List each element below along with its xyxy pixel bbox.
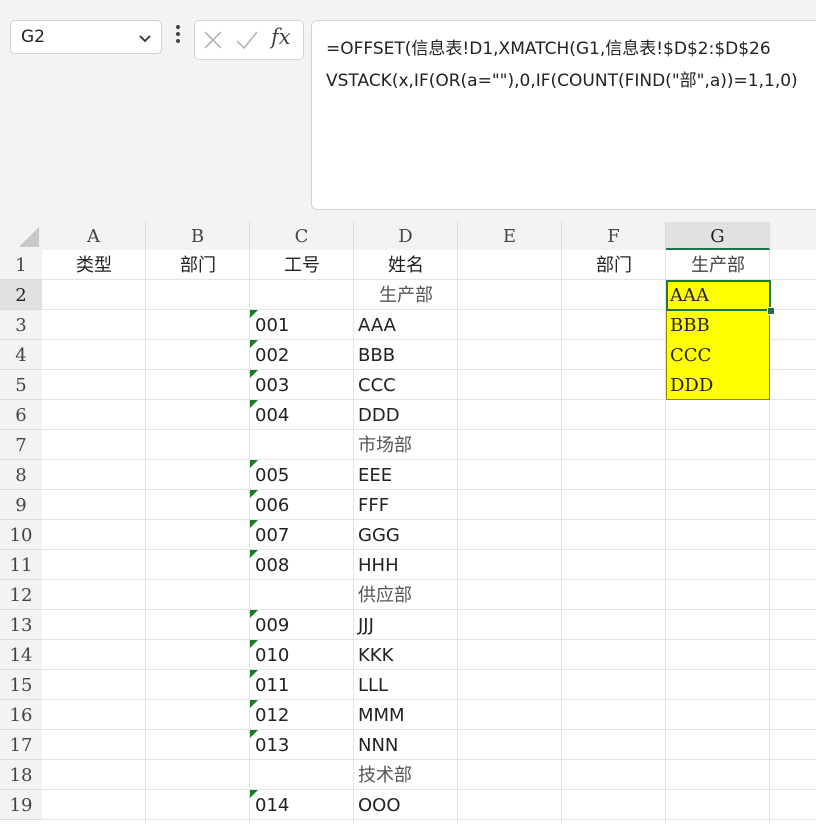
number-as-text-flag [250, 400, 258, 408]
cell-d1[interactable]: 姓名 [354, 250, 458, 280]
cell-d8[interactable]: EEE [354, 460, 458, 490]
cell-c5[interactable]: 003 [250, 370, 354, 400]
row-header-4[interactable]: 4 [0, 340, 42, 370]
row-header-2[interactable]: 2 [0, 280, 42, 310]
cell-c19[interactable]: 014 [250, 790, 354, 820]
number-as-text-flag [250, 550, 258, 558]
formula-input[interactable]: =OFFSET(信息表!D1,XMATCH(G1,信息表!$D$2:$D$26 … [311, 20, 816, 210]
cell-d14[interactable]: KKK [354, 640, 458, 670]
cell-c3[interactable]: 001 [250, 310, 354, 340]
cell-g5[interactable]: DDD [666, 370, 770, 400]
fill-handle[interactable] [767, 307, 775, 315]
cell-c8[interactable]: 005 [250, 460, 354, 490]
cell-d7[interactable]: 市场部 [354, 430, 458, 460]
row-header-19[interactable]: 19 [0, 790, 42, 820]
number-as-text-flag [250, 700, 258, 708]
cell-g4[interactable]: CCC [666, 340, 770, 370]
insert-function-button[interactable]: fx [271, 25, 291, 49]
row-header-15[interactable]: 15 [0, 670, 42, 700]
number-as-text-flag [250, 370, 258, 378]
row-header-6[interactable]: 6 [0, 400, 42, 430]
row-header-12[interactable]: 12 [0, 580, 42, 610]
row-header-13[interactable]: 13 [0, 610, 42, 640]
row-header-5[interactable]: 5 [0, 370, 42, 400]
cell-a1[interactable]: 类型 [42, 250, 146, 280]
cell-c13[interactable]: 009 [250, 610, 354, 640]
cell-d16[interactable]: MMM [354, 700, 458, 730]
formula-line-2[interactable]: VSTACK(x,IF(OR(a=""),0,IF(COUNT(FIND("部"… [326, 66, 798, 91]
row-header-9[interactable]: 9 [0, 490, 42, 520]
row-header-10[interactable]: 10 [0, 520, 42, 550]
column-header-f[interactable]: F [562, 222, 666, 250]
cell-c14[interactable]: 010 [250, 640, 354, 670]
cell-b1[interactable]: 部门 [146, 250, 250, 280]
select-all-icon [19, 227, 39, 247]
number-as-text-flag [250, 520, 258, 528]
formula-controls: fx [194, 20, 304, 60]
number-as-text-flag [250, 640, 258, 648]
number-as-text-flag [250, 730, 258, 738]
cell-c1[interactable]: 工号 [250, 250, 354, 280]
row-header-3[interactable]: 3 [0, 310, 42, 340]
column-header-d[interactable]: D [354, 222, 458, 250]
cell-d13[interactable]: JJJ [354, 610, 458, 640]
formula-bar-area: G2 fx =OFFSET(信息表!D1,XMATCH(G1,信息表!$D$2:… [0, 8, 816, 222]
formula-line-1[interactable]: =OFFSET(信息表!D1,XMATCH(G1,信息表!$D$2:$D$26 [326, 34, 771, 59]
number-as-text-flag [250, 790, 258, 798]
more-options-icon[interactable] [171, 25, 185, 49]
cell-f1[interactable]: 部门 [562, 250, 666, 280]
cancel-icon[interactable] [203, 30, 223, 50]
cell-d12[interactable]: 供应部 [354, 580, 458, 610]
cell-d19[interactable]: OOO [354, 790, 458, 820]
name-box-value[interactable]: G2 [21, 27, 45, 47]
column-header-h[interactable] [770, 222, 816, 250]
number-as-text-flag [250, 340, 258, 348]
cell-d10[interactable]: GGG [354, 520, 458, 550]
column-header-a[interactable]: A [42, 222, 146, 250]
row-header-8[interactable]: 8 [0, 460, 42, 490]
number-as-text-flag [250, 460, 258, 468]
cell-d17[interactable]: NNN [354, 730, 458, 760]
cell-c6[interactable]: 004 [250, 400, 354, 430]
column-header-c[interactable]: C [250, 222, 354, 250]
cell-c16[interactable]: 012 [250, 700, 354, 730]
cell-d4[interactable]: BBB [354, 340, 458, 370]
select-all-button[interactable] [0, 222, 42, 250]
cell-c9[interactable]: 006 [250, 490, 354, 520]
row-header-16[interactable]: 16 [0, 700, 42, 730]
column-header-e[interactable]: E [458, 222, 562, 250]
name-box[interactable]: G2 [10, 20, 162, 54]
cell-d2[interactable]: 生产部 [354, 280, 458, 310]
number-as-text-flag [250, 490, 258, 498]
cell-d11[interactable]: HHH [354, 550, 458, 580]
row-header-17[interactable]: 17 [0, 730, 42, 760]
number-as-text-flag [250, 310, 258, 318]
cell-d18[interactable]: 技术部 [354, 760, 458, 790]
cell-d9[interactable]: FFF [354, 490, 458, 520]
cell-c17[interactable]: 013 [250, 730, 354, 760]
chevron-down-icon[interactable] [137, 30, 153, 46]
number-as-text-flag [250, 670, 258, 678]
active-cell-outline[interactable] [666, 280, 771, 311]
row-header-18[interactable]: 18 [0, 760, 42, 790]
column-header-g[interactable]: G [666, 222, 770, 250]
column-header-b[interactable]: B [146, 222, 250, 250]
cell-c15[interactable]: 011 [250, 670, 354, 700]
cell-d3[interactable]: AAA [354, 310, 458, 340]
cell-g1[interactable]: 生产部 [666, 250, 770, 280]
cell-c11[interactable]: 008 [250, 550, 354, 580]
cell-d5[interactable]: CCC [354, 370, 458, 400]
row-header-14[interactable]: 14 [0, 640, 42, 670]
cell-c4[interactable]: 002 [250, 340, 354, 370]
row-header-1[interactable]: 1 [0, 250, 42, 280]
row-header-7[interactable]: 7 [0, 430, 42, 460]
cell-d15[interactable]: LLL [354, 670, 458, 700]
cell-d6[interactable]: DDD [354, 400, 458, 430]
enter-check-icon[interactable] [235, 30, 259, 50]
cell-g3[interactable]: BBB [666, 310, 770, 340]
cell-c10[interactable]: 007 [250, 520, 354, 550]
row-header-11[interactable]: 11 [0, 550, 42, 580]
number-as-text-flag [250, 610, 258, 618]
